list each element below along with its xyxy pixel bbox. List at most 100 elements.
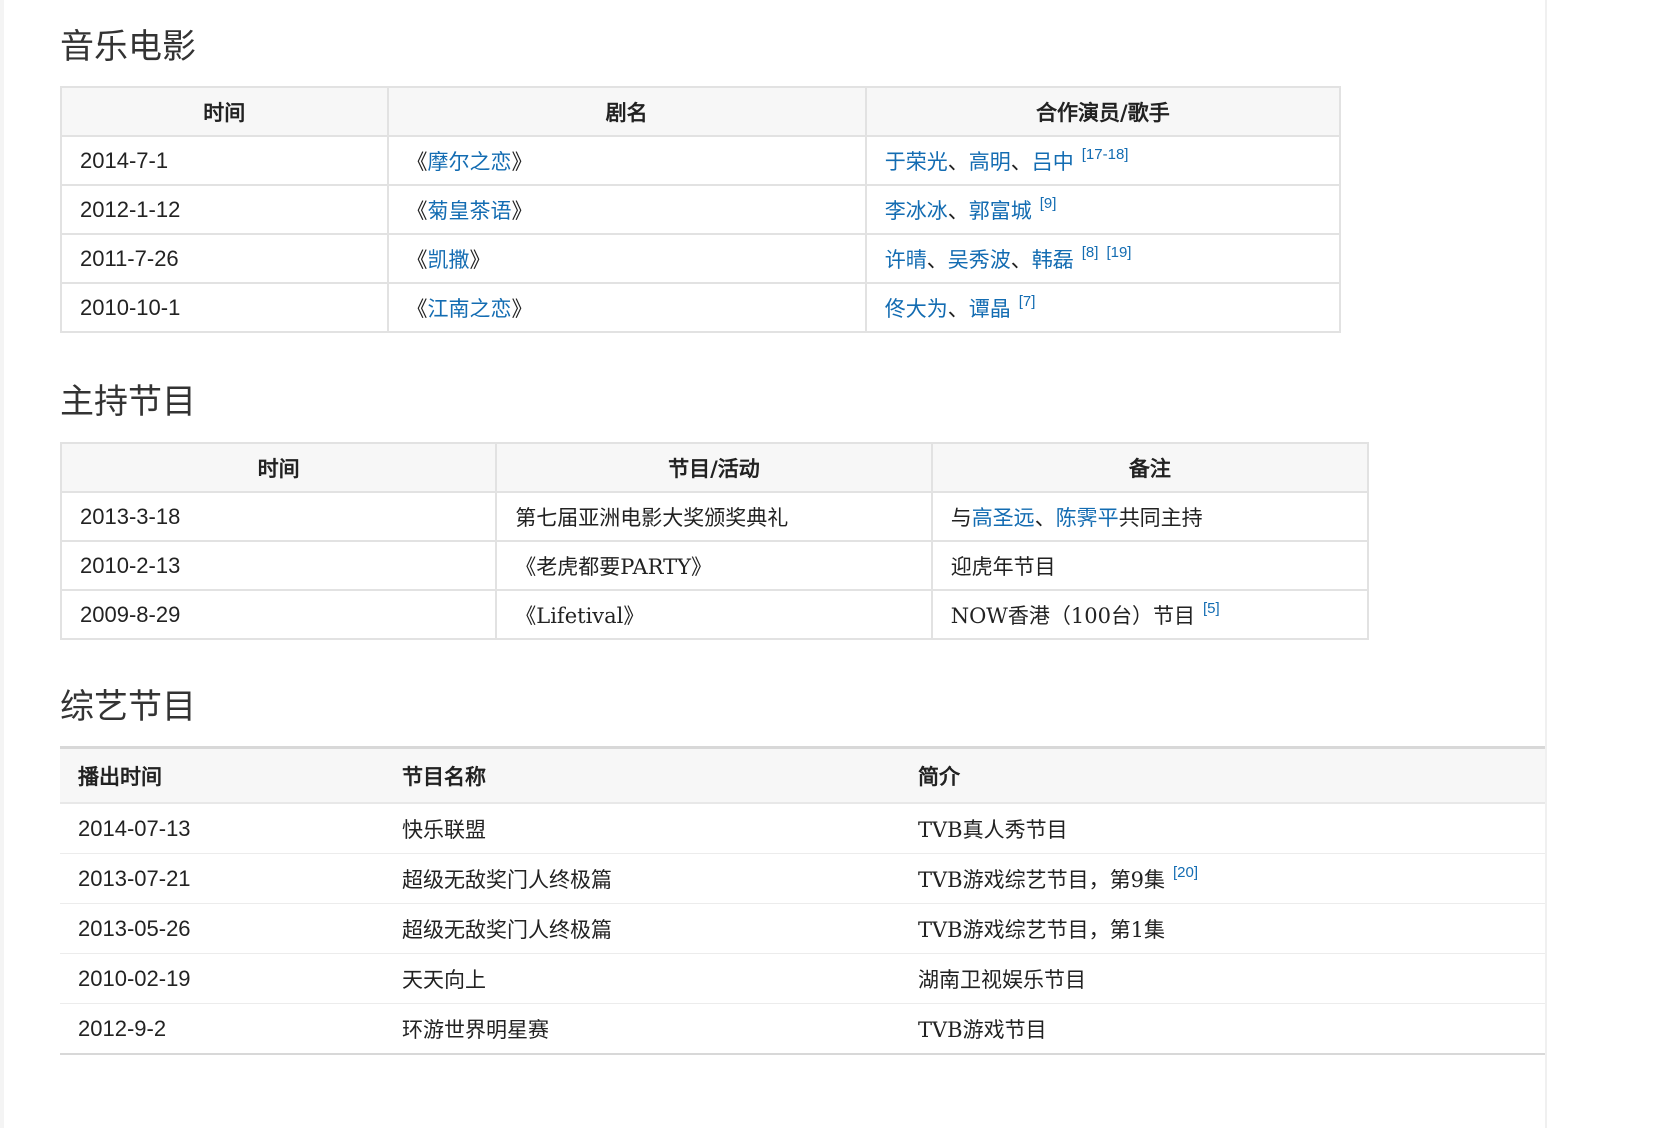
cell-cast: 许晴、吴秀波、韩磊 [8] [19] (864, 233, 1342, 284)
table-row: 2010-10-1 《江南之恋》 佟大为、谭晶 [7] (60, 282, 1342, 333)
film-title-link[interactable]: 凯撒 (428, 248, 470, 272)
date-text: 2010-2-13 (80, 552, 181, 578)
cast-separator: 、 (947, 296, 969, 321)
table-row: 2012-1-12 《菊皇茶语》 李冰冰、郭富城 [9] (60, 184, 1342, 235)
note-text: 与 (950, 505, 972, 530)
title-close-bracket: 》 (511, 296, 533, 321)
cast-member-link[interactable]: 吕中 (1032, 150, 1074, 174)
description-text: TVB游戏节目 (918, 1017, 1047, 1042)
cell-program: 《Lifetival》 (495, 589, 933, 640)
citation-link[interactable]: [7] (1019, 293, 1036, 310)
note-separator: 、 (1034, 505, 1056, 530)
cast-member-link[interactable]: 高明 (969, 150, 1011, 174)
program-name: 《老虎都要PARTY》 (515, 554, 712, 579)
table-header-row: 时间 剧名 合作演员/歌手 (60, 86, 1342, 137)
date-text: 2014-7-1 (80, 147, 169, 173)
cast-member-link[interactable]: 郭富城 (969, 199, 1032, 223)
date-text: 2012-1-12 (80, 196, 181, 222)
left-margin-rule (0, 0, 4, 1128)
title-close-bracket: 》 (469, 247, 491, 272)
column-header-date: 时间 (60, 86, 389, 137)
cast-separator: 、 (947, 198, 969, 223)
hosting-table: 时间 节目/活动 备注 2013-3-18 第七届亚洲电影大奖颁奖典礼 与高圣远、陈… (59, 442, 1370, 640)
citation-link[interactable]: [8] (1082, 244, 1099, 261)
title-open-bracket: 《 (406, 198, 428, 223)
table-row: 2011-7-26 《凯撒》 许晴、吴秀波、韩磊 [8] [19] (60, 233, 1342, 284)
cell-title: 《摩尔之恋》 (386, 135, 867, 186)
table-row: 2010-2-13 《老虎都要PARTY》 迎虎年节目 (59, 540, 1370, 591)
cell-note: NOW香港（100台）节目 [5] (930, 589, 1370, 640)
cast-separator: 、 (926, 247, 948, 272)
cell-date: 2013-3-18 (59, 491, 498, 542)
table-row: 2013-3-18 第七届亚洲电影大奖颁奖典礼 与高圣远、陈霁平共同主持 (59, 491, 1370, 542)
film-title-link[interactable]: 江南之恋 (428, 297, 512, 321)
cast-member-link[interactable]: 韩磊 (1032, 248, 1074, 272)
citation-link[interactable]: [17-18] (1082, 146, 1129, 163)
date-text: 2010-10-1 (80, 294, 181, 320)
cast-separator: 、 (947, 149, 969, 174)
cell-program: 第七届亚洲电影大奖颁奖典礼 (495, 491, 933, 542)
citation-link[interactable]: [20] (1173, 864, 1198, 881)
right-margin-rule (1545, 0, 1547, 1128)
table-row: 2009-8-29 《Lifetival》 NOW香港（100台）节目 [5] (59, 589, 1370, 640)
cast-member-link[interactable]: 佟大为 (885, 297, 948, 321)
title-open-bracket: 《 (406, 149, 428, 174)
show-name: 天天向上 (402, 967, 486, 992)
cell-air-date: 2010-02-19 (60, 953, 384, 1004)
cell-date: 2011-7-26 (60, 233, 389, 284)
cell-air-date: 2013-05-26 (60, 903, 384, 954)
description-text: TVB游戏综艺节目，第1集 (918, 917, 1165, 942)
table-header-row: 时间 节目/活动 备注 (59, 442, 1370, 493)
date-text: 2014-07-13 (78, 815, 191, 841)
film-title-link[interactable]: 摩尔之恋 (428, 150, 512, 174)
cast-separator: 、 (1010, 149, 1032, 174)
column-header-show-name: 节目名称 (384, 747, 900, 804)
show-name: 快乐联盟 (402, 817, 486, 842)
section-heading-music-films: 音乐电影 (60, 27, 196, 67)
date-text: 2010-02-19 (78, 965, 191, 991)
title-open-bracket: 《 (406, 296, 428, 321)
cell-date: 2010-2-13 (59, 540, 498, 591)
film-title-link[interactable]: 菊皇茶语 (428, 199, 512, 223)
cell-date: 2014-7-1 (60, 135, 389, 186)
note-text: 迎虎年节目 (950, 554, 1056, 579)
show-name: 超级无敌奖门人终极篇 (402, 917, 612, 942)
cell-description: TVB游戏综艺节目，第9集 [20] (900, 853, 1545, 904)
cell-air-date: 2013-07-21 (60, 853, 384, 904)
date-text: 2009-8-29 (80, 601, 181, 627)
program-name: 《Lifetival》 (515, 603, 645, 628)
note-text: NOW香港（100台）节目 (950, 603, 1195, 628)
section-heading-variety: 综艺节目 (60, 687, 196, 727)
date-text: 2011-7-26 (80, 245, 179, 271)
table-row: 2013-07-21 超级无敌奖门人终极篇 TVB游戏综艺节目，第9集 [20] (60, 853, 1545, 904)
table-row: 2010-02-19 天天向上 湖南卫视娱乐节目 (60, 953, 1545, 1004)
column-header-date: 时间 (59, 442, 498, 493)
show-name: 超级无敌奖门人终极篇 (402, 867, 612, 892)
cast-member-link[interactable]: 许晴 (885, 248, 927, 272)
date-text: 2013-05-26 (78, 915, 191, 941)
cell-show-name: 超级无敌奖门人终极篇 (384, 903, 900, 954)
cast-member-link[interactable]: 谭晶 (969, 297, 1011, 321)
co-host-link[interactable]: 陈霁平 (1056, 506, 1119, 530)
citation-link[interactable]: [19] (1106, 244, 1131, 261)
cell-air-date: 2014-07-13 (60, 803, 384, 854)
cell-title: 《凯撒》 (386, 233, 867, 284)
co-host-link[interactable]: 高圣远 (972, 506, 1035, 530)
citation-link[interactable]: [9] (1040, 195, 1057, 212)
title-close-bracket: 》 (511, 198, 533, 223)
cast-member-link[interactable]: 吴秀波 (948, 248, 1011, 272)
cell-program: 《老虎都要PARTY》 (495, 540, 933, 591)
date-text: 2012-9-2 (78, 1015, 167, 1041)
table-row: 2014-7-1 《摩尔之恋》 于荣光、高明、吕中 [17-18] (60, 135, 1342, 186)
column-header-description: 简介 (900, 747, 1545, 804)
cast-member-link[interactable]: 李冰冰 (885, 199, 948, 223)
note-suffix: 共同主持 (1118, 505, 1203, 530)
variety-table: 播出时间 节目名称 简介 2014-07-13 快乐联盟 TVB真人秀节目 2013-… (60, 746, 1545, 1055)
cell-date: 2010-10-1 (60, 282, 389, 333)
citation-link[interactable]: [5] (1203, 600, 1220, 617)
cell-date: 2012-1-12 (60, 184, 389, 235)
column-header-cast: 合作演员/歌手 (864, 86, 1342, 137)
cell-cast: 于荣光、高明、吕中 [17-18] (864, 135, 1342, 186)
cast-member-link[interactable]: 于荣光 (885, 150, 948, 174)
cell-show-name: 超级无敌奖门人终极篇 (384, 853, 900, 904)
